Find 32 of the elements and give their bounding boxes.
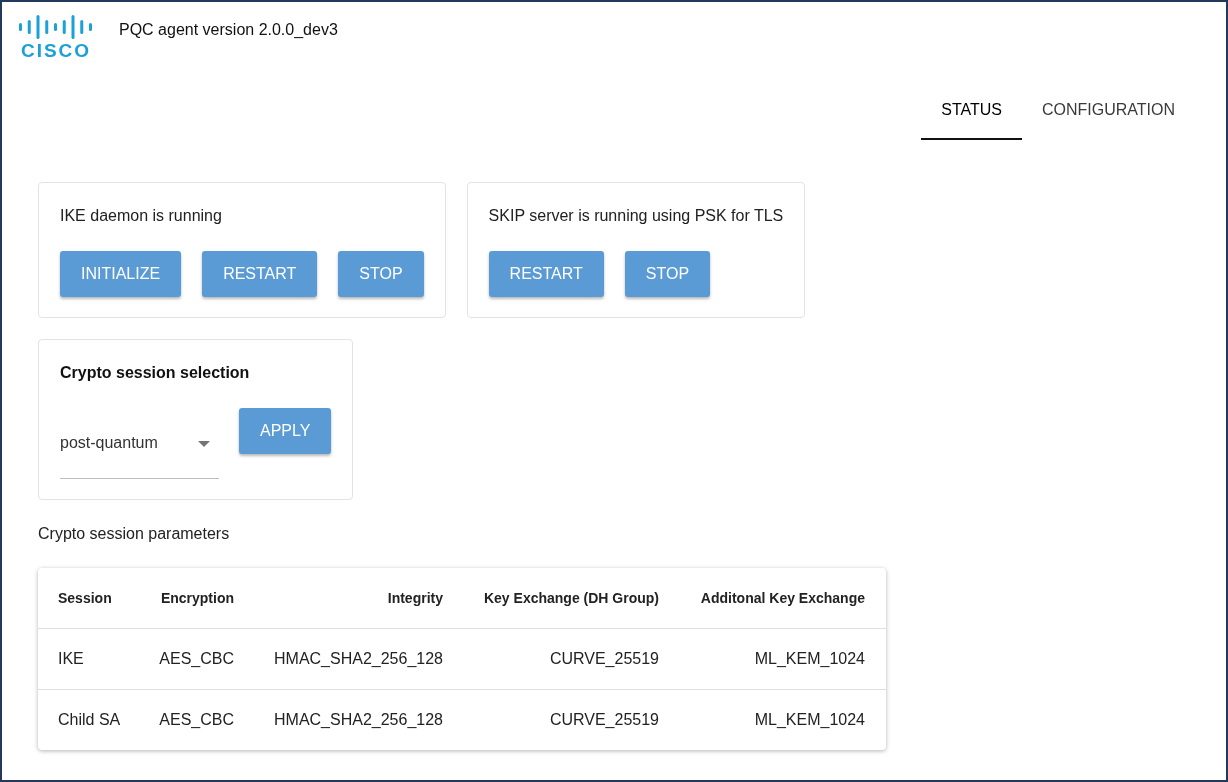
logo-bars-icon [18,15,92,39]
action-button[interactable]: STOP [338,251,424,297]
tab[interactable]: CONFIGURATION [1021,92,1195,140]
apply-button[interactable]: APPLY [239,408,332,454]
column-header: Encryption [159,590,234,606]
table-cell-text: AES_CBC [158,650,234,668]
column-header: Integrity [386,590,443,606]
select-field[interactable]: post-quantum [60,424,219,479]
column-header: Session [57,590,113,606]
card-title: Crypto session selection [60,363,251,383]
table-cell-text: CURVE_25519 [548,650,659,668]
status-text: IKE daemon is running [60,206,223,226]
table-cell-text: Child SA [57,711,122,729]
table-cell-text: ML_KEM_1024 [753,650,865,668]
caret-icon [198,441,210,447]
action-button[interactable]: INITIALIZE [60,251,182,297]
action-button[interactable]: RESTART [488,251,604,297]
action-button[interactable]: STOP [624,251,711,297]
logo-wordmark: CISCO [19,41,92,61]
table-cell-text: HMAC_SHA2_256_128 [273,650,443,668]
table-cell-text: AES_CBC [158,711,234,729]
section-title: Crypto session parameters [38,524,230,544]
table-cell-text: IKE [57,650,85,668]
column-header: Key Exchange (DH Group) [482,590,659,606]
table-cell-text: ML_KEM_1024 [753,711,865,729]
column-header: Additonal Key Exchange [699,590,865,606]
tab[interactable]: STATUS [921,92,1022,140]
action-button[interactable]: RESTART [202,251,318,297]
status-text: SKIP server is running using PSK for TLS [488,206,784,226]
app-title: PQC agent version 2.0.0_dev3 [119,20,338,40]
table-cell-text: CURVE_25519 [548,711,659,729]
table-cell-text: HMAC_SHA2_256_128 [273,711,443,729]
